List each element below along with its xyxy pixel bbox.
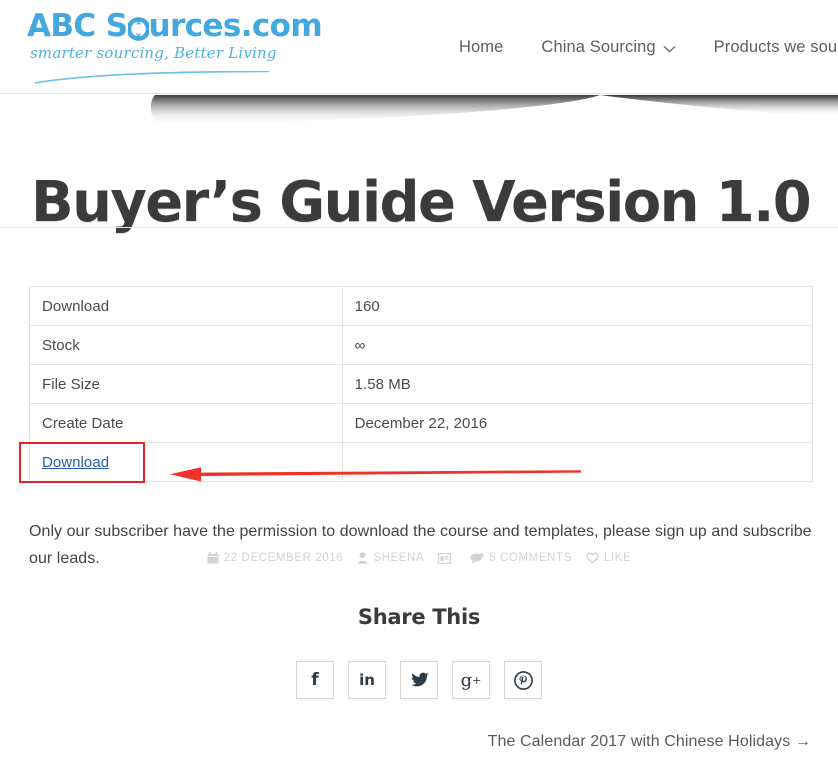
comment-bubble-icon bbox=[470, 552, 484, 564]
share-heading: Share This bbox=[357, 605, 481, 629]
logo-wordmark-part1: ABC S bbox=[27, 8, 128, 44]
twitter-icon[interactable] bbox=[400, 661, 438, 699]
meta-comments-label: 5 COMMENTS bbox=[489, 552, 572, 564]
meta-like-label: LIKE bbox=[603, 552, 632, 564]
nav-item-label: Home bbox=[459, 37, 504, 56]
category-list-icon bbox=[438, 552, 452, 564]
nav-item-label: Products we sourced bbox=[713, 37, 838, 56]
linkedin-icon[interactable]: in bbox=[348, 661, 386, 699]
google-plus-glyph: g bbox=[460, 669, 473, 691]
calendar-icon bbox=[207, 552, 219, 564]
logo-wordmark: ABC S urces.com bbox=[27, 8, 323, 44]
logo-wordmark-part2: urces.com bbox=[148, 8, 323, 44]
nav-item-home[interactable]: Home bbox=[440, 38, 522, 57]
post-nav-next-link[interactable]: The Calendar 2017 with Chinese Holidays … bbox=[488, 733, 811, 750]
download-cell: Download bbox=[29, 442, 343, 482]
table-cell-label: Download bbox=[29, 286, 343, 326]
table-cell-label: Create Date bbox=[29, 403, 343, 443]
meta-comments: 5 COMMENTS bbox=[470, 552, 572, 564]
logo-swoosh-decoration bbox=[34, 71, 270, 84]
table-cell-value: December 22, 2016 bbox=[341, 403, 814, 443]
meta-category bbox=[438, 552, 456, 564]
heart-icon bbox=[586, 552, 599, 564]
table-row: Download 160 bbox=[29, 286, 814, 326]
linkedin-glyph: in bbox=[359, 671, 375, 689]
table-cell-value: 160 bbox=[341, 286, 814, 326]
download-details-table: Download 160 Stock ∞ File Size 1.58 MB C… bbox=[29, 286, 814, 482]
logo-tagline: smarter sourcing, Better Living bbox=[30, 44, 277, 62]
download-link[interactable]: Download bbox=[42, 454, 109, 471]
title-divider bbox=[0, 227, 838, 228]
share-buttons-row: f in g + bbox=[0, 661, 838, 699]
table-row-download: Download bbox=[29, 442, 814, 482]
nav-item-china-sourcing[interactable]: China Sourcing bbox=[522, 37, 694, 58]
table-cell-value: 1.58 MB bbox=[341, 364, 814, 404]
table-row: Stock ∞ bbox=[29, 325, 814, 365]
nav-item-label: China Sourcing bbox=[541, 37, 656, 56]
table-cell-value: ∞ bbox=[341, 325, 814, 365]
post-navigation: The Calendar 2017 with Chinese Holidays … bbox=[0, 733, 838, 751]
chevron-down-icon bbox=[663, 39, 676, 58]
meta-author-label: SHEENA bbox=[373, 552, 425, 564]
pinterest-icon[interactable] bbox=[504, 661, 542, 699]
site-logo[interactable]: ABC S urces.com smarter sourcing, Better … bbox=[27, 8, 323, 84]
main-navigation: Home China Sourcing Products we sourced bbox=[440, 0, 838, 94]
meta-author: SHEENA bbox=[357, 552, 424, 564]
table-row: File Size 1.58 MB bbox=[29, 364, 814, 404]
meta-date-label: 22 DECEMBER 2016 bbox=[223, 552, 344, 564]
post-meta-bar: 22 DECEMBER 2016 SHEENA 5 COMMENTS LIKE bbox=[0, 552, 838, 564]
header-drop-shadow bbox=[0, 95, 838, 143]
google-plus-icon[interactable]: g + bbox=[452, 661, 490, 699]
google-plus-sign: + bbox=[472, 673, 482, 687]
user-icon bbox=[357, 552, 368, 564]
facebook-icon[interactable]: f bbox=[296, 661, 334, 699]
table-cell-label: File Size bbox=[29, 364, 343, 404]
site-header: ABC S urces.com smarter sourcing, Better … bbox=[0, 0, 838, 94]
download-cell-empty bbox=[341, 442, 814, 482]
table-cell-label: Stock bbox=[29, 325, 343, 365]
facebook-glyph: f bbox=[311, 670, 319, 690]
nav-item-products-we-sourced[interactable]: Products we sourced bbox=[695, 38, 838, 57]
meta-date: 22 DECEMBER 2016 bbox=[207, 552, 344, 564]
meta-like[interactable]: LIKE bbox=[586, 552, 631, 564]
table-row: Create Date December 22, 2016 bbox=[29, 403, 814, 443]
